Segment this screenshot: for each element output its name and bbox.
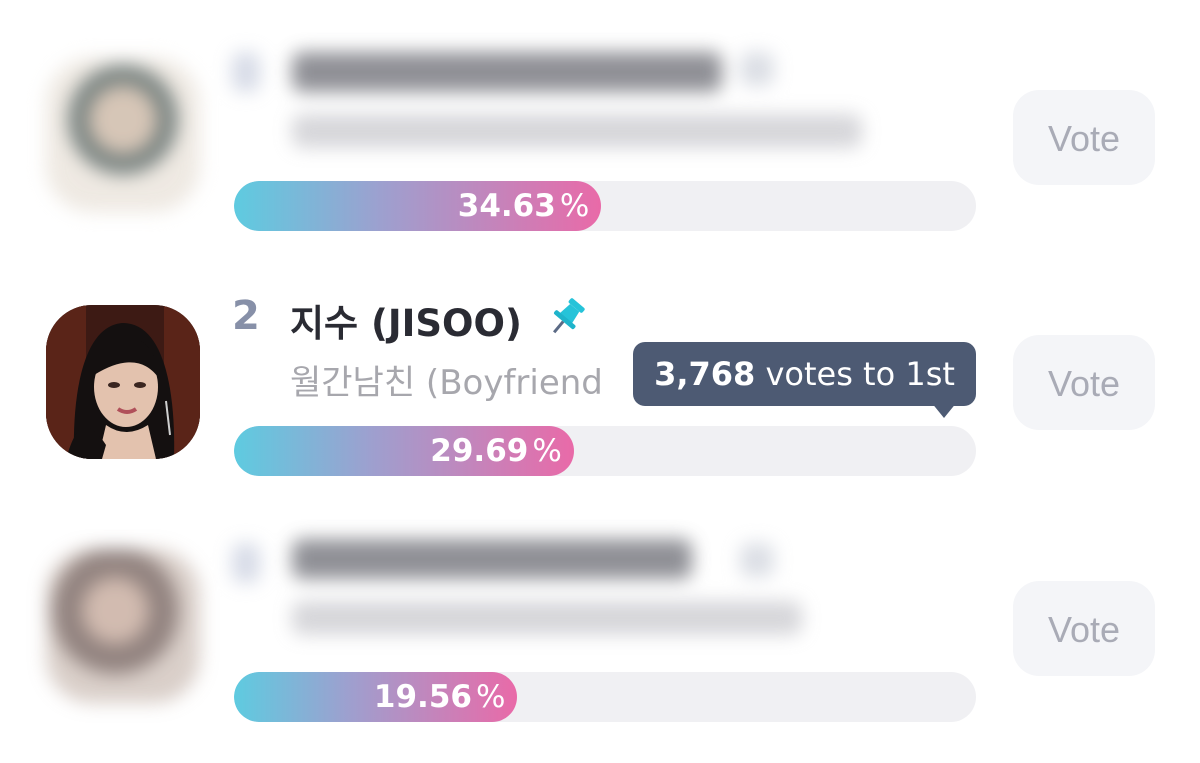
progress-fill: 34.63% bbox=[234, 181, 602, 231]
candidate-name: 지수 (JISOO) bbox=[290, 302, 522, 345]
percent-label: 19.56% bbox=[373, 679, 506, 715]
candidate-name bbox=[292, 52, 722, 92]
candidate-subtitle: 월간남친 (Boyfriend bbox=[290, 363, 603, 403]
vote-progress-bar: 29.69% bbox=[234, 426, 976, 476]
pin-icon[interactable] bbox=[545, 295, 589, 339]
candidate-subtitle bbox=[292, 114, 862, 148]
rank-number: 2 bbox=[232, 293, 260, 339]
pin-icon bbox=[740, 52, 774, 86]
rank-number bbox=[232, 543, 260, 583]
progress-fill: 19.56% bbox=[234, 672, 518, 722]
avatar bbox=[46, 58, 200, 212]
candidate-name bbox=[292, 539, 692, 579]
percent-label: 29.69% bbox=[430, 433, 562, 469]
vote-button[interactable]: Vote bbox=[1013, 335, 1155, 430]
progress-fill: 29.69% bbox=[234, 426, 574, 476]
votes-gap-count: 3,768 bbox=[654, 355, 756, 393]
avatar bbox=[46, 549, 200, 703]
ranking-row-2: 2 지수 (JISOO) 월간남친 (Boyfriend Vote 29.69%… bbox=[0, 245, 1200, 490]
profile-photo bbox=[46, 305, 200, 459]
vote-button[interactable]: Vote bbox=[1013, 90, 1155, 185]
votes-gap-text: votes to 1st bbox=[755, 355, 955, 393]
votes-to-first-tooltip: 3,768 votes to 1st bbox=[633, 342, 976, 418]
avatar bbox=[46, 305, 200, 459]
ranking-row-1: Vote 34.63% bbox=[0, 0, 1200, 245]
pin-icon bbox=[740, 543, 774, 577]
vote-button[interactable]: Vote bbox=[1013, 581, 1155, 676]
vote-progress-bar: 19.56% bbox=[234, 672, 976, 722]
ranking-list: Vote 34.63% 2 지수 (JISOO) 월간남친 (Boyfriend… bbox=[0, 0, 1200, 763]
percent-label: 34.63% bbox=[457, 188, 590, 224]
rank-number bbox=[232, 52, 260, 92]
tooltip-tail bbox=[931, 402, 957, 418]
candidate-subtitle bbox=[292, 601, 802, 635]
vote-progress-bar: 34.63% bbox=[234, 181, 976, 231]
ranking-row-3: Vote 19.56% bbox=[0, 491, 1200, 736]
